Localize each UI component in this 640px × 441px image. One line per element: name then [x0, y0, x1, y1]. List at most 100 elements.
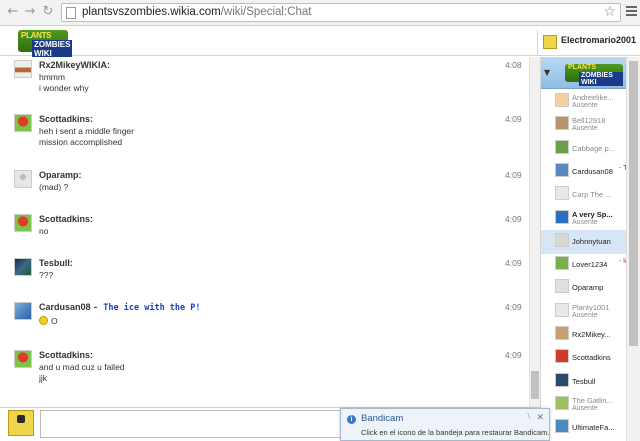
user-list-name: The Gatlin...	[572, 395, 613, 405]
user-avatar[interactable]	[14, 114, 32, 132]
message-text: (mad) ?	[39, 182, 68, 192]
user-avatar[interactable]	[14, 350, 32, 368]
bookmark-star-icon[interactable]: ☆	[603, 4, 616, 20]
user-status-text: - The ice with the P!	[93, 303, 201, 313]
message-text: heh i sent a middle finger	[39, 126, 134, 136]
current-user-avatar[interactable]	[543, 35, 557, 49]
user-list-scroll-thumb[interactable]	[629, 61, 638, 346]
user-away-status: Ausente	[572, 218, 598, 226]
message-line: mission accomplished	[39, 137, 123, 147]
message-text: mission accomplished	[39, 137, 122, 147]
user-list-item[interactable]: Tesbull	[541, 370, 626, 394]
wiki-room-header[interactable]: ▼ PLANTS ZOMBIES WIKI	[541, 57, 626, 89]
message-line: ???	[39, 270, 54, 280]
user-avatar[interactable]	[14, 60, 32, 78]
user-list-item[interactable]: Planty1001 Ausente	[541, 300, 626, 324]
username-text[interactable]: Scottadkins:	[39, 214, 93, 224]
user-avatar[interactable]	[14, 214, 32, 232]
address-bar[interactable]: plantsvszombies.wikia.com/wiki/Special:C…	[61, 3, 621, 22]
logo-line1: PLANTS	[21, 31, 52, 40]
user-list-name: Rx2Mikey...	[572, 330, 611, 339]
user-list-item[interactable]: UltimateFa...	[541, 416, 626, 440]
header-divider	[537, 30, 538, 56]
user-list-item[interactable]: Cabbage p...	[541, 137, 626, 161]
user-list-item[interactable]: Johnnytuan	[541, 229, 626, 254]
user-avatar	[555, 419, 569, 434]
user-avatar	[555, 326, 569, 340]
username-text[interactable]: Rx2MikeyWIKIA:	[39, 60, 110, 70]
message-line: no	[39, 226, 49, 236]
message-line: (mad) ?	[39, 182, 69, 192]
message-scrollbar[interactable]	[529, 57, 540, 407]
user-away-status: Ausente	[572, 102, 598, 109]
current-user-name[interactable]: Electromario2001	[561, 35, 636, 45]
my-avatar	[8, 410, 34, 436]
user-avatar[interactable]	[14, 170, 32, 188]
user-list-item[interactable]: Oparamp	[541, 276, 626, 300]
user-list-item[interactable]: Scottadkins	[541, 346, 626, 370]
bandicam-notification[interactable]: i Bandicam Click en el icono de la bande…	[340, 408, 550, 441]
username-text[interactable]: Oparamp:	[39, 170, 82, 180]
user-away-status: Ausente	[572, 404, 598, 412]
message-username[interactable]: Rx2MikeyWIKIA:	[39, 60, 110, 70]
collapse-arrow-icon[interactable]: ▼	[544, 68, 550, 77]
message-username[interactable]: Cardusan08 - The ice with the P!	[39, 302, 201, 313]
message-username[interactable]: Scottadkins:	[39, 350, 93, 360]
username-text[interactable]: Scottadkins:	[39, 114, 93, 124]
user-list-name: Lover1234	[572, 260, 608, 270]
message-line: hmmm	[39, 72, 65, 82]
message-username[interactable]: Oparamp:	[39, 170, 82, 180]
username-text[interactable]: Tesbull:	[39, 258, 73, 268]
user-list-name: Planty1001	[572, 302, 610, 312]
message-list: Rx2MikeyWIKIA: 4:08 hmmm i wonder why Scotta…	[0, 57, 528, 407]
message-text: no	[39, 226, 48, 236]
user-avatar	[555, 209, 569, 224]
username-text[interactable]: Cardusan08	[39, 302, 91, 312]
info-icon: i	[347, 415, 356, 424]
message-line: heh i sent a middle finger	[39, 126, 134, 136]
message-time: 4:09	[505, 170, 522, 180]
user-away-status: Ausente	[572, 125, 598, 133]
pin-icon[interactable]: ∖	[526, 412, 531, 421]
user-list-item[interactable]: The Gatlin... Ausente	[541, 393, 626, 417]
username-text[interactable]: Scottadkins:	[39, 350, 93, 360]
user-list-item[interactable]: Cardusan08 - Th	[541, 160, 626, 184]
user-avatar[interactable]	[14, 258, 32, 276]
browser-menu-icon[interactable]	[626, 6, 637, 18]
user-avatar[interactable]	[14, 302, 32, 320]
user-list-scrollbar[interactable]	[626, 57, 640, 441]
room-logo-line2: ZOMBIES WIKI	[579, 72, 623, 86]
message-time: 4:09	[505, 350, 522, 360]
page-icon	[66, 7, 76, 19]
message-username[interactable]: Scottadkins:	[39, 214, 93, 224]
user-list-item[interactable]: Carp The ...	[541, 183, 626, 207]
user-list-item[interactable]: Bell12918 Ausente	[541, 113, 626, 137]
user-list-item[interactable]: Lover1234 - lov	[541, 253, 626, 277]
message-username[interactable]: Scottadkins:	[39, 114, 93, 124]
user-list-name: Scottadkins	[572, 353, 611, 363]
url-host: plantsvszombies.wikia.com	[82, 6, 221, 18]
message-time: 4:09	[505, 258, 522, 268]
user-avatar	[555, 395, 569, 410]
message-scroll-thumb[interactable]	[531, 371, 539, 399]
user-list-name: UltimateFa...	[572, 423, 615, 433]
user-avatar	[555, 186, 569, 201]
user-away-status: Ausente	[572, 311, 598, 319]
room-logo: PLANTS ZOMBIES WIKI	[565, 64, 623, 86]
back-icon[interactable]: ←	[5, 4, 21, 20]
user-list-item[interactable]: A very Sp... Ausente	[541, 207, 626, 231]
user-list-item[interactable]: Rx2Mikey...	[541, 323, 626, 347]
message-username[interactable]: Tesbull:	[39, 258, 73, 268]
notification-body: Click en el icono de la bandeja para res…	[361, 428, 550, 437]
forward-icon[interactable]: →	[22, 4, 38, 20]
wiki-logo[interactable]: PLANTS ZOMBIES WIKI	[18, 30, 73, 58]
message-line: and u mad cuz u failed	[39, 362, 125, 372]
user-list-name: A very Sp...	[572, 209, 613, 219]
reload-icon[interactable]: ↻	[40, 4, 56, 20]
room-logo-line1: PLANTS	[568, 64, 596, 71]
user-list-item[interactable]: Andreelike... Ausente	[541, 90, 626, 114]
message-line: i wonder why	[39, 83, 89, 93]
message-text: and u mad cuz u failed	[39, 362, 125, 372]
close-icon[interactable]: ✕	[536, 412, 544, 423]
url-text: plantsvszombies.wikia.com/wiki/Special:C…	[82, 6, 311, 18]
